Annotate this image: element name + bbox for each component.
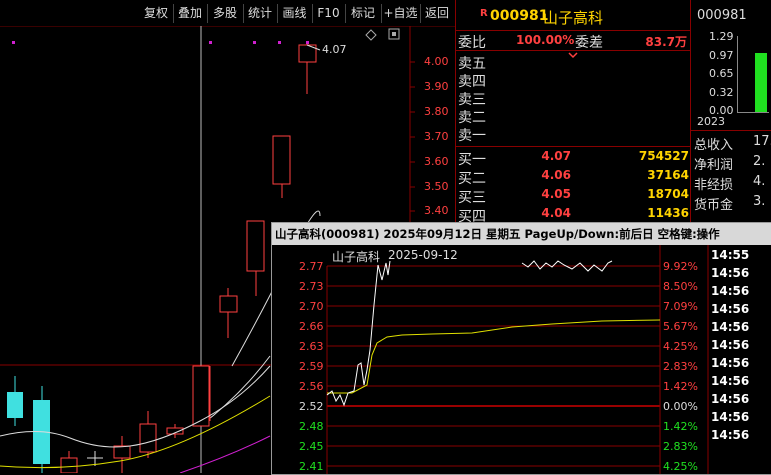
margin-marker: R (480, 8, 488, 19)
popup-pct-label: 7.09% (663, 300, 698, 313)
candle (7, 392, 23, 418)
fin-value: 17. (753, 134, 771, 149)
candle (60, 457, 78, 473)
price-axis-label: 3.40 (424, 204, 449, 217)
quote-panel: R 000981 山子高科 委比 100.00% 委差 83.7万 卖五 卖四 … (455, 0, 691, 229)
popup-pct-label: 2.83% (663, 440, 698, 453)
fin-value: 2. (753, 154, 766, 169)
popup-price-label: 2.59 (299, 360, 324, 373)
bid-row: 买二 4.06 37164 (458, 168, 689, 187)
tick-time: 14:56 (711, 374, 750, 388)
popup-pct-label: 8.50% (663, 280, 698, 293)
price-axis-label: 3.70 (424, 130, 449, 143)
fin-code: 000981 (697, 8, 747, 23)
stock-code: 000981 (490, 8, 549, 24)
ask-row: 卖五 (458, 56, 486, 72)
popup-pct-label: 1.42% (663, 420, 698, 433)
weicha-value: 83.7万 (645, 35, 687, 49)
fin-axis-label: 0.32 (709, 86, 734, 99)
candle (219, 295, 238, 313)
ask-row: 卖三 (458, 92, 486, 108)
popup-price-label: 2.45 (299, 440, 324, 453)
finance-panel: 000981 1.29 0.97 0.65 0.32 0.00 2023 总收入… (690, 0, 771, 229)
bid-row: 买一 4.07 754527 (458, 149, 689, 168)
tick-time: 14:56 (711, 338, 750, 352)
candle (113, 445, 131, 459)
price-axis-label: 3.60 (424, 155, 449, 168)
fin-axis-label: 0.97 (709, 49, 734, 62)
candle (139, 423, 157, 453)
ask-row: 卖二 (458, 110, 486, 126)
back-button[interactable]: 返回 (420, 4, 454, 23)
popup-pct-label: 4.25% (663, 340, 698, 353)
ask-row: 卖四 (458, 74, 486, 90)
add-watchlist-button[interactable]: +自选 (381, 4, 421, 23)
price-axis-label: 3.90 (424, 80, 449, 93)
statistics-button[interactable]: 统计 (243, 4, 278, 23)
lower-candles (7, 365, 211, 473)
popup-pct-label: 0.00% (663, 400, 698, 413)
fuquan-button[interactable]: 复权 (139, 4, 174, 23)
intraday-popup[interactable]: 山子高科(000981) 2025年09月12日 星期五 PageUp/Down… (271, 222, 771, 475)
event-dots (12, 41, 309, 44)
stock-name: 山子高科 (543, 9, 604, 27)
multi-stock-button[interactable]: 多股 (207, 4, 244, 23)
fin-label: 非经损 (694, 178, 734, 193)
popup-title[interactable]: 山子高科(000981) 2025年09月12日 星期五 PageUp/Down… (272, 223, 771, 245)
popup-price-label: 2.70 (299, 300, 324, 313)
popup-price-label: 2.63 (299, 340, 324, 353)
fin-label: 货币金 (694, 198, 734, 213)
popup-price-label: 2.52 (299, 400, 324, 413)
popup-pct-label: 4.25% (663, 460, 698, 473)
chart-toolbar: 复权 叠加 多股 统计 画线 F10 标记 +自选 返回 (0, 0, 455, 27)
high-price-label: 4.07 (322, 43, 347, 56)
fin-axis-label: 0.65 (709, 67, 734, 80)
price-axis-label: 3.50 (424, 180, 449, 193)
popup-pct-label: 9.92% (663, 260, 698, 273)
fin-label: 净利润 (694, 158, 734, 173)
tick-time: 14:56 (711, 392, 750, 406)
mark-button[interactable]: 标记 (345, 4, 382, 23)
fin-axis-label: 1.29 (709, 30, 734, 43)
f10-button[interactable]: F10 (312, 4, 346, 23)
weicha-label: 委差 (575, 35, 603, 51)
popup-pct-label: 5.67% (663, 320, 698, 333)
fin-value: 3. (753, 194, 766, 209)
popup-price-label: 2.77 (299, 260, 324, 273)
fin-year: 2023 (697, 115, 725, 128)
popup-price-label: 2.48 (299, 420, 324, 433)
fin-value: 4. (753, 174, 766, 189)
candle (246, 220, 265, 272)
popup-pct-label: 1.42% (663, 380, 698, 393)
weibi-label: 委比 (458, 35, 486, 51)
weibi-value: 100.00% (516, 33, 575, 47)
popup-price-label: 2.41 (299, 460, 324, 473)
fin-bar (755, 53, 767, 112)
tick-time: 14:56 (711, 428, 750, 442)
bid-row: 买三 4.05 18704 (458, 187, 689, 206)
fin-label: 总收入 (694, 138, 734, 153)
popup-price-label: 2.56 (299, 380, 324, 393)
popup-price-label: 2.66 (299, 320, 324, 333)
tick-time: 14:56 (711, 266, 750, 280)
popup-pct-label: 2.83% (663, 360, 698, 373)
price-axis-label: 3.80 (424, 105, 449, 118)
tick-time: 14:56 (711, 410, 750, 424)
candle (272, 135, 291, 185)
tick-time: 14:56 (711, 284, 750, 298)
tick-time: 14:56 (711, 302, 750, 316)
tick-time: 14:56 (711, 356, 750, 370)
overlay-button[interactable]: 叠加 (173, 4, 208, 23)
diamond-icon (365, 29, 377, 41)
price-axis-label: 4.00 (424, 55, 449, 68)
ask-row: 卖一 (458, 128, 486, 144)
tick-time: 14:55 (711, 248, 750, 262)
tick-time: 14:56 (711, 320, 750, 334)
draw-line-button[interactable]: 画线 (277, 4, 313, 23)
popup-price-label: 2.73 (299, 280, 324, 293)
